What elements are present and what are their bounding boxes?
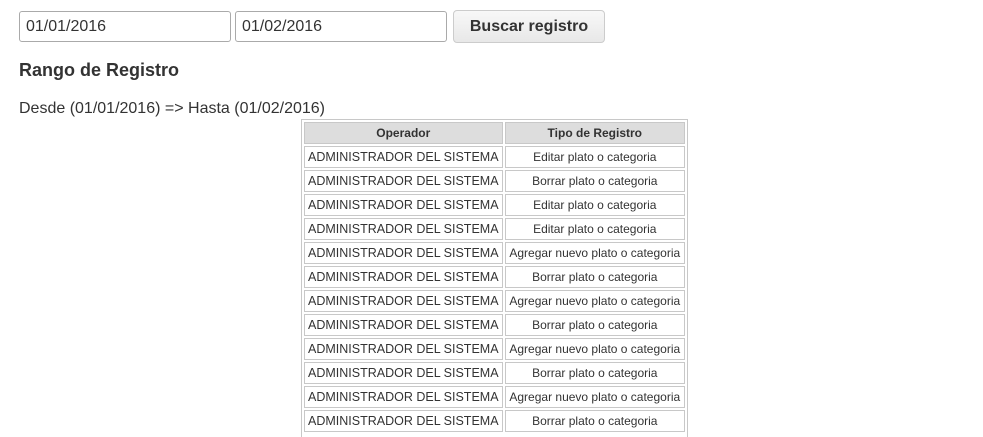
record-type-cell: Borrar plato o categoria xyxy=(504,314,685,336)
records-table: Operador Tipo de Registro ADMINISTRADOR … xyxy=(302,120,687,434)
record-type-cell: Editar plato o categoria xyxy=(504,218,685,240)
operator-cell: ADMINISTRADOR DEL SISTEMA xyxy=(304,194,503,216)
page: Buscar registro Rango de Registro Desde … xyxy=(0,0,983,437)
operator-cell: ADMINISTRADOR DEL SISTEMA xyxy=(304,218,503,240)
operator-cell: ADMINISTRADOR DEL SISTEMA xyxy=(304,386,503,408)
record-type-cell: Borrar plato o categoria xyxy=(504,410,685,432)
table-row: ADMINISTRADOR DEL SISTEMA Borrar plato o… xyxy=(304,170,685,192)
operator-cell: ADMINISTRADOR DEL SISTEMA xyxy=(304,146,503,168)
operator-cell: ADMINISTRADOR DEL SISTEMA xyxy=(304,242,503,264)
column-header-operator: Operador xyxy=(304,122,503,144)
table-row: ADMINISTRADOR DEL SISTEMA Editar plato o… xyxy=(304,218,685,240)
record-type-cell: Borrar plato o categoria xyxy=(504,266,685,288)
operator-cell: ADMINISTRADOR DEL SISTEMA xyxy=(304,362,503,384)
record-type-cell: Agregar nuevo plato o categoria xyxy=(504,290,685,312)
table-row: ADMINISTRADOR DEL SISTEMA Editar plato o… xyxy=(304,194,685,216)
date-to-input[interactable] xyxy=(235,11,447,42)
table-row: ADMINISTRADOR DEL SISTEMA Editar plato o… xyxy=(304,146,685,168)
record-type-cell: Editar plato o categoria xyxy=(504,194,685,216)
record-type-cell: Borrar plato o categoria xyxy=(504,362,685,384)
operator-cell: ADMINISTRADOR DEL SISTEMA xyxy=(304,314,503,336)
section-title: Rango de Registro xyxy=(19,60,180,80)
search-form: Buscar registro xyxy=(19,10,605,43)
table-row: ADMINISTRADOR DEL SISTEMA Agregar nuevo … xyxy=(304,290,685,312)
operator-cell: ADMINISTRADOR DEL SISTEMA xyxy=(304,170,503,192)
records-table-container: Operador Tipo de Registro ADMINISTRADOR … xyxy=(301,119,688,437)
date-from-input[interactable] xyxy=(19,11,231,42)
column-header-type: Tipo de Registro xyxy=(504,122,685,144)
table-row: ADMINISTRADOR DEL SISTEMA Borrar plato o… xyxy=(304,314,685,336)
search-button[interactable]: Buscar registro xyxy=(453,10,605,43)
table-row: ADMINISTRADOR DEL SISTEMA Borrar plato o… xyxy=(304,362,685,384)
table-row: ADMINISTRADOR DEL SISTEMA Agregar nuevo … xyxy=(304,386,685,408)
record-type-cell: Agregar nuevo plato o categoria xyxy=(504,242,685,264)
table-header-row: Operador Tipo de Registro xyxy=(304,122,685,144)
table-row: ADMINISTRADOR DEL SISTEMA Borrar plato o… xyxy=(304,410,685,432)
range-text: Desde (01/01/2016) => Hasta (01/02/2016) xyxy=(19,100,325,117)
record-type-cell: Borrar plato o categoria xyxy=(504,170,685,192)
table-row: ADMINISTRADOR DEL SISTEMA Borrar plato o… xyxy=(304,266,685,288)
table-row: ADMINISTRADOR DEL SISTEMA Agregar nuevo … xyxy=(304,338,685,360)
record-type-cell: Agregar nuevo plato o categoria xyxy=(504,386,685,408)
table-row: ADMINISTRADOR DEL SISTEMA Agregar nuevo … xyxy=(304,242,685,264)
record-type-cell: Agregar nuevo plato o categoria xyxy=(504,338,685,360)
operator-cell: ADMINISTRADOR DEL SISTEMA xyxy=(304,410,503,432)
operator-cell: ADMINISTRADOR DEL SISTEMA xyxy=(304,338,503,360)
record-type-cell: Editar plato o categoria xyxy=(504,146,685,168)
operator-cell: ADMINISTRADOR DEL SISTEMA xyxy=(304,266,503,288)
operator-cell: ADMINISTRADOR DEL SISTEMA xyxy=(304,290,503,312)
